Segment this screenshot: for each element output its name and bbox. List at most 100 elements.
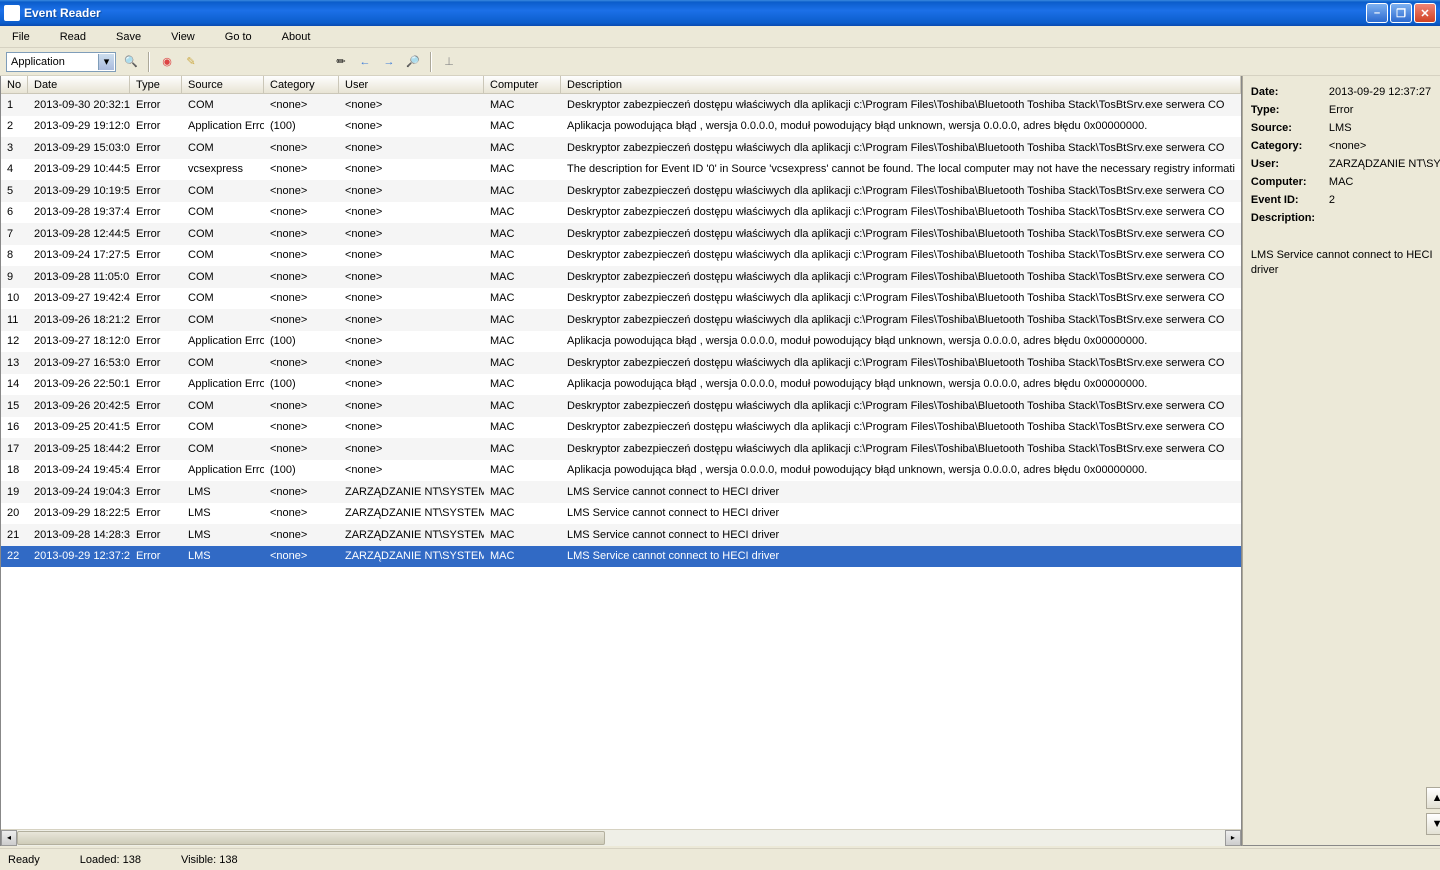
table-row[interactable]: 132013-09-27 16:53:00ErrorCOM<none><none… <box>1 352 1241 374</box>
cell-source: COM <box>182 204 264 220</box>
label-eventid: Event ID: <box>1251 194 1329 206</box>
table-row[interactable]: 172013-09-25 18:44:28ErrorCOM<none><none… <box>1 438 1241 460</box>
value-eventid: 2 <box>1329 194 1440 206</box>
col-date[interactable]: Date <box>28 76 130 93</box>
detail-up-button[interactable]: ▲ <box>1426 787 1440 809</box>
value-type: Error <box>1329 104 1440 116</box>
cell-desc: LMS Service cannot connect to HECI drive… <box>561 484 1241 500</box>
table-row[interactable]: 212013-09-28 14:28:34ErrorLMS<none>ZARZĄ… <box>1 524 1241 546</box>
cell-desc: Deskryptor zabezpieczeń dostępu właściwy… <box>561 183 1241 199</box>
col-description[interactable]: Description <box>561 76 1241 93</box>
app-icon <box>4 5 20 21</box>
menu-about[interactable]: About <box>278 29 315 45</box>
table-row[interactable]: 152013-09-26 20:42:59ErrorCOM<none><none… <box>1 395 1241 417</box>
cell-desc: Aplikacja powodująca błąd , wersja 0.0.0… <box>561 376 1241 392</box>
log-combo[interactable]: Application ▾ <box>6 52 116 72</box>
cell-category: (100) <box>264 118 339 134</box>
cell-computer: MAC <box>484 462 561 478</box>
table-row[interactable]: 82013-09-24 17:27:59ErrorCOM<none><none>… <box>1 245 1241 267</box>
cell-category: <none> <box>264 97 339 113</box>
table-row[interactable]: 92013-09-28 11:05:05ErrorCOM<none><none>… <box>1 266 1241 288</box>
table-row[interactable]: 202013-09-29 18:22:50ErrorLMS<none>ZARZĄ… <box>1 503 1241 525</box>
cell-user: <none> <box>339 441 484 457</box>
col-source[interactable]: Source <box>182 76 264 93</box>
table-row[interactable]: 192013-09-24 19:04:31ErrorLMS<none>ZARZĄ… <box>1 481 1241 503</box>
cell-computer: MAC <box>484 269 561 285</box>
menu-view[interactable]: View <box>167 29 199 45</box>
cell-type: Error <box>130 97 182 113</box>
scroll-right-icon[interactable]: ▸ <box>1225 830 1241 846</box>
menu-goto[interactable]: Go to <box>221 29 256 45</box>
value-source: LMS <box>1329 122 1440 134</box>
maximize-button[interactable]: ❐ <box>1390 3 1412 23</box>
col-type[interactable]: Type <box>130 76 182 93</box>
table-row[interactable]: 222013-09-29 12:37:27ErrorLMS<none>ZARZĄ… <box>1 546 1241 568</box>
cell-computer: MAC <box>484 419 561 435</box>
cell-category: <none> <box>264 548 339 564</box>
table-row[interactable]: 72013-09-28 12:44:59ErrorCOM<none><none>… <box>1 223 1241 245</box>
marker-icon[interactable]: ⊥ <box>440 53 458 71</box>
cell-user: <none> <box>339 118 484 134</box>
cell-desc: Deskryptor zabezpieczeń dostępu właściwy… <box>561 290 1241 306</box>
cell-source: COM <box>182 312 264 328</box>
cell-no: 8 <box>1 247 28 263</box>
cell-no: 11 <box>1 312 28 328</box>
table-row[interactable]: 12013-09-30 20:32:16ErrorCOM<none><none>… <box>1 94 1241 116</box>
menu-read[interactable]: Read <box>56 29 90 45</box>
horizontal-scrollbar[interactable]: ◂ ▸ <box>1 829 1241 845</box>
toolbar: Application ▾ 🔍 ◉ ✎ ✏ ← → 🔎 ⊥ <box>0 48 1440 76</box>
cell-computer: MAC <box>484 161 561 177</box>
col-user[interactable]: User <box>339 76 484 93</box>
titlebar[interactable]: Event Reader – ❐ ✕ <box>0 0 1440 26</box>
cell-computer: MAC <box>484 484 561 500</box>
cell-no: 15 <box>1 398 28 414</box>
table-row[interactable]: 32013-09-29 15:03:03ErrorCOM<none><none>… <box>1 137 1241 159</box>
scroll-track[interactable] <box>17 830 1225 846</box>
table-row[interactable]: 22013-09-29 19:12:02ErrorApplication Err… <box>1 116 1241 138</box>
table-row[interactable]: 142013-09-26 22:50:10ErrorApplication Er… <box>1 374 1241 396</box>
table-row[interactable]: 42013-09-29 10:44:53Errorvcsexpress<none… <box>1 159 1241 181</box>
status-loaded: Loaded: 138 <box>80 854 141 866</box>
cell-desc: Deskryptor zabezpieczeń dostępu właściwy… <box>561 419 1241 435</box>
close-button[interactable]: ✕ <box>1414 3 1436 23</box>
table-row[interactable]: 182013-09-24 19:45:48ErrorApplication Er… <box>1 460 1241 482</box>
cell-source: Application Error <box>182 333 264 349</box>
menu-file[interactable]: File <box>8 29 34 45</box>
col-no[interactable]: No <box>1 76 28 93</box>
col-computer[interactable]: Computer <box>484 76 561 93</box>
cell-desc: Aplikacja powodująca błąd , wersja 0.0.0… <box>561 462 1241 478</box>
refresh-icon[interactable]: 🔍 <box>122 53 140 71</box>
label-description: Description: <box>1251 212 1329 224</box>
table-row[interactable]: 122013-09-27 18:12:09ErrorApplication Er… <box>1 331 1241 353</box>
menu-save[interactable]: Save <box>112 29 145 45</box>
scroll-thumb[interactable] <box>17 831 605 845</box>
cell-computer: MAC <box>484 226 561 242</box>
cell-category: (100) <box>264 333 339 349</box>
dropdown-icon[interactable]: ▾ <box>98 54 114 70</box>
table-row[interactable]: 162013-09-25 20:41:59ErrorCOM<none><none… <box>1 417 1241 439</box>
cell-computer: MAC <box>484 527 561 543</box>
event-table: No Date Type Source Category User Comput… <box>0 76 1242 846</box>
prev-icon[interactable]: ← <box>356 53 374 71</box>
detail-down-button[interactable]: ▼ <box>1426 813 1440 835</box>
table-row[interactable]: 52013-09-29 10:19:54ErrorCOM<none><none>… <box>1 180 1241 202</box>
col-category[interactable]: Category <box>264 76 339 93</box>
cell-computer: MAC <box>484 183 561 199</box>
table-row[interactable]: 112013-09-26 18:21:27ErrorCOM<none><none… <box>1 309 1241 331</box>
scroll-left-icon[interactable]: ◂ <box>1 830 17 846</box>
table-row[interactable]: 62013-09-28 19:37:42ErrorCOM<none><none>… <box>1 202 1241 224</box>
search-icon[interactable]: 🔎 <box>404 53 422 71</box>
menubar: File Read Save View Go to About <box>0 26 1440 48</box>
label-user: User: <box>1251 158 1329 170</box>
minimize-button[interactable]: – <box>1366 3 1388 23</box>
value-user: ZARZĄDZANIE NT\SYS <box>1329 158 1440 170</box>
pencil-icon[interactable]: ✏ <box>332 53 350 71</box>
cell-date: 2013-09-29 19:12:02 <box>28 118 130 134</box>
cell-user: ZARZĄDZANIE NT\SYSTEM <box>339 505 484 521</box>
cell-desc: Deskryptor zabezpieczeń dostępu właściwy… <box>561 226 1241 242</box>
brush-icon[interactable]: ✎ <box>182 53 200 71</box>
table-row[interactable]: 102013-09-27 19:42:40ErrorCOM<none><none… <box>1 288 1241 310</box>
colors-icon[interactable]: ◉ <box>158 53 176 71</box>
next-icon[interactable]: → <box>380 53 398 71</box>
cell-category: <none> <box>264 398 339 414</box>
